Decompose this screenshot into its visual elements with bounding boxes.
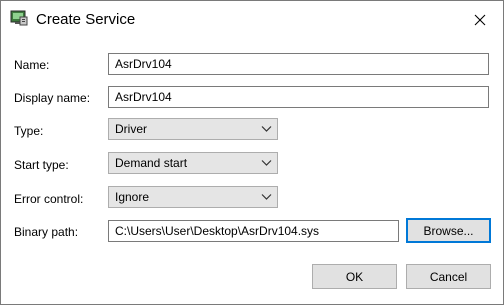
title-bar: Create Service bbox=[1, 1, 503, 38]
cancel-button[interactable]: Cancel bbox=[406, 264, 491, 289]
chevron-down-icon bbox=[261, 126, 272, 132]
service-app-icon bbox=[10, 10, 28, 26]
error-control-value: Ignore bbox=[115, 190, 150, 204]
error-control-dropdown[interactable]: Ignore bbox=[108, 186, 278, 208]
display-name-label: Display name: bbox=[14, 91, 91, 105]
start-type-label: Start type: bbox=[14, 158, 69, 172]
type-label: Type: bbox=[14, 124, 44, 138]
display-name-input[interactable] bbox=[108, 86, 489, 108]
create-service-dialog: Create Service Name: Display name: Type:… bbox=[0, 0, 504, 305]
name-input[interactable] bbox=[108, 53, 489, 75]
type-value: Driver bbox=[115, 122, 147, 136]
binary-path-label: Binary path: bbox=[14, 225, 79, 239]
ok-button[interactable]: OK bbox=[312, 264, 397, 289]
start-type-dropdown[interactable]: Demand start bbox=[108, 152, 278, 174]
error-control-label: Error control: bbox=[14, 192, 84, 206]
chevron-down-icon bbox=[261, 194, 272, 200]
type-dropdown[interactable]: Driver bbox=[108, 118, 278, 140]
chevron-down-icon bbox=[261, 160, 272, 166]
name-label: Name: bbox=[14, 58, 50, 72]
browse-button[interactable]: Browse... bbox=[406, 218, 491, 243]
close-icon bbox=[474, 14, 486, 25]
close-button[interactable] bbox=[457, 1, 503, 38]
start-type-value: Demand start bbox=[115, 156, 188, 170]
binary-path-input[interactable] bbox=[108, 220, 399, 242]
window-title: Create Service bbox=[36, 11, 136, 28]
